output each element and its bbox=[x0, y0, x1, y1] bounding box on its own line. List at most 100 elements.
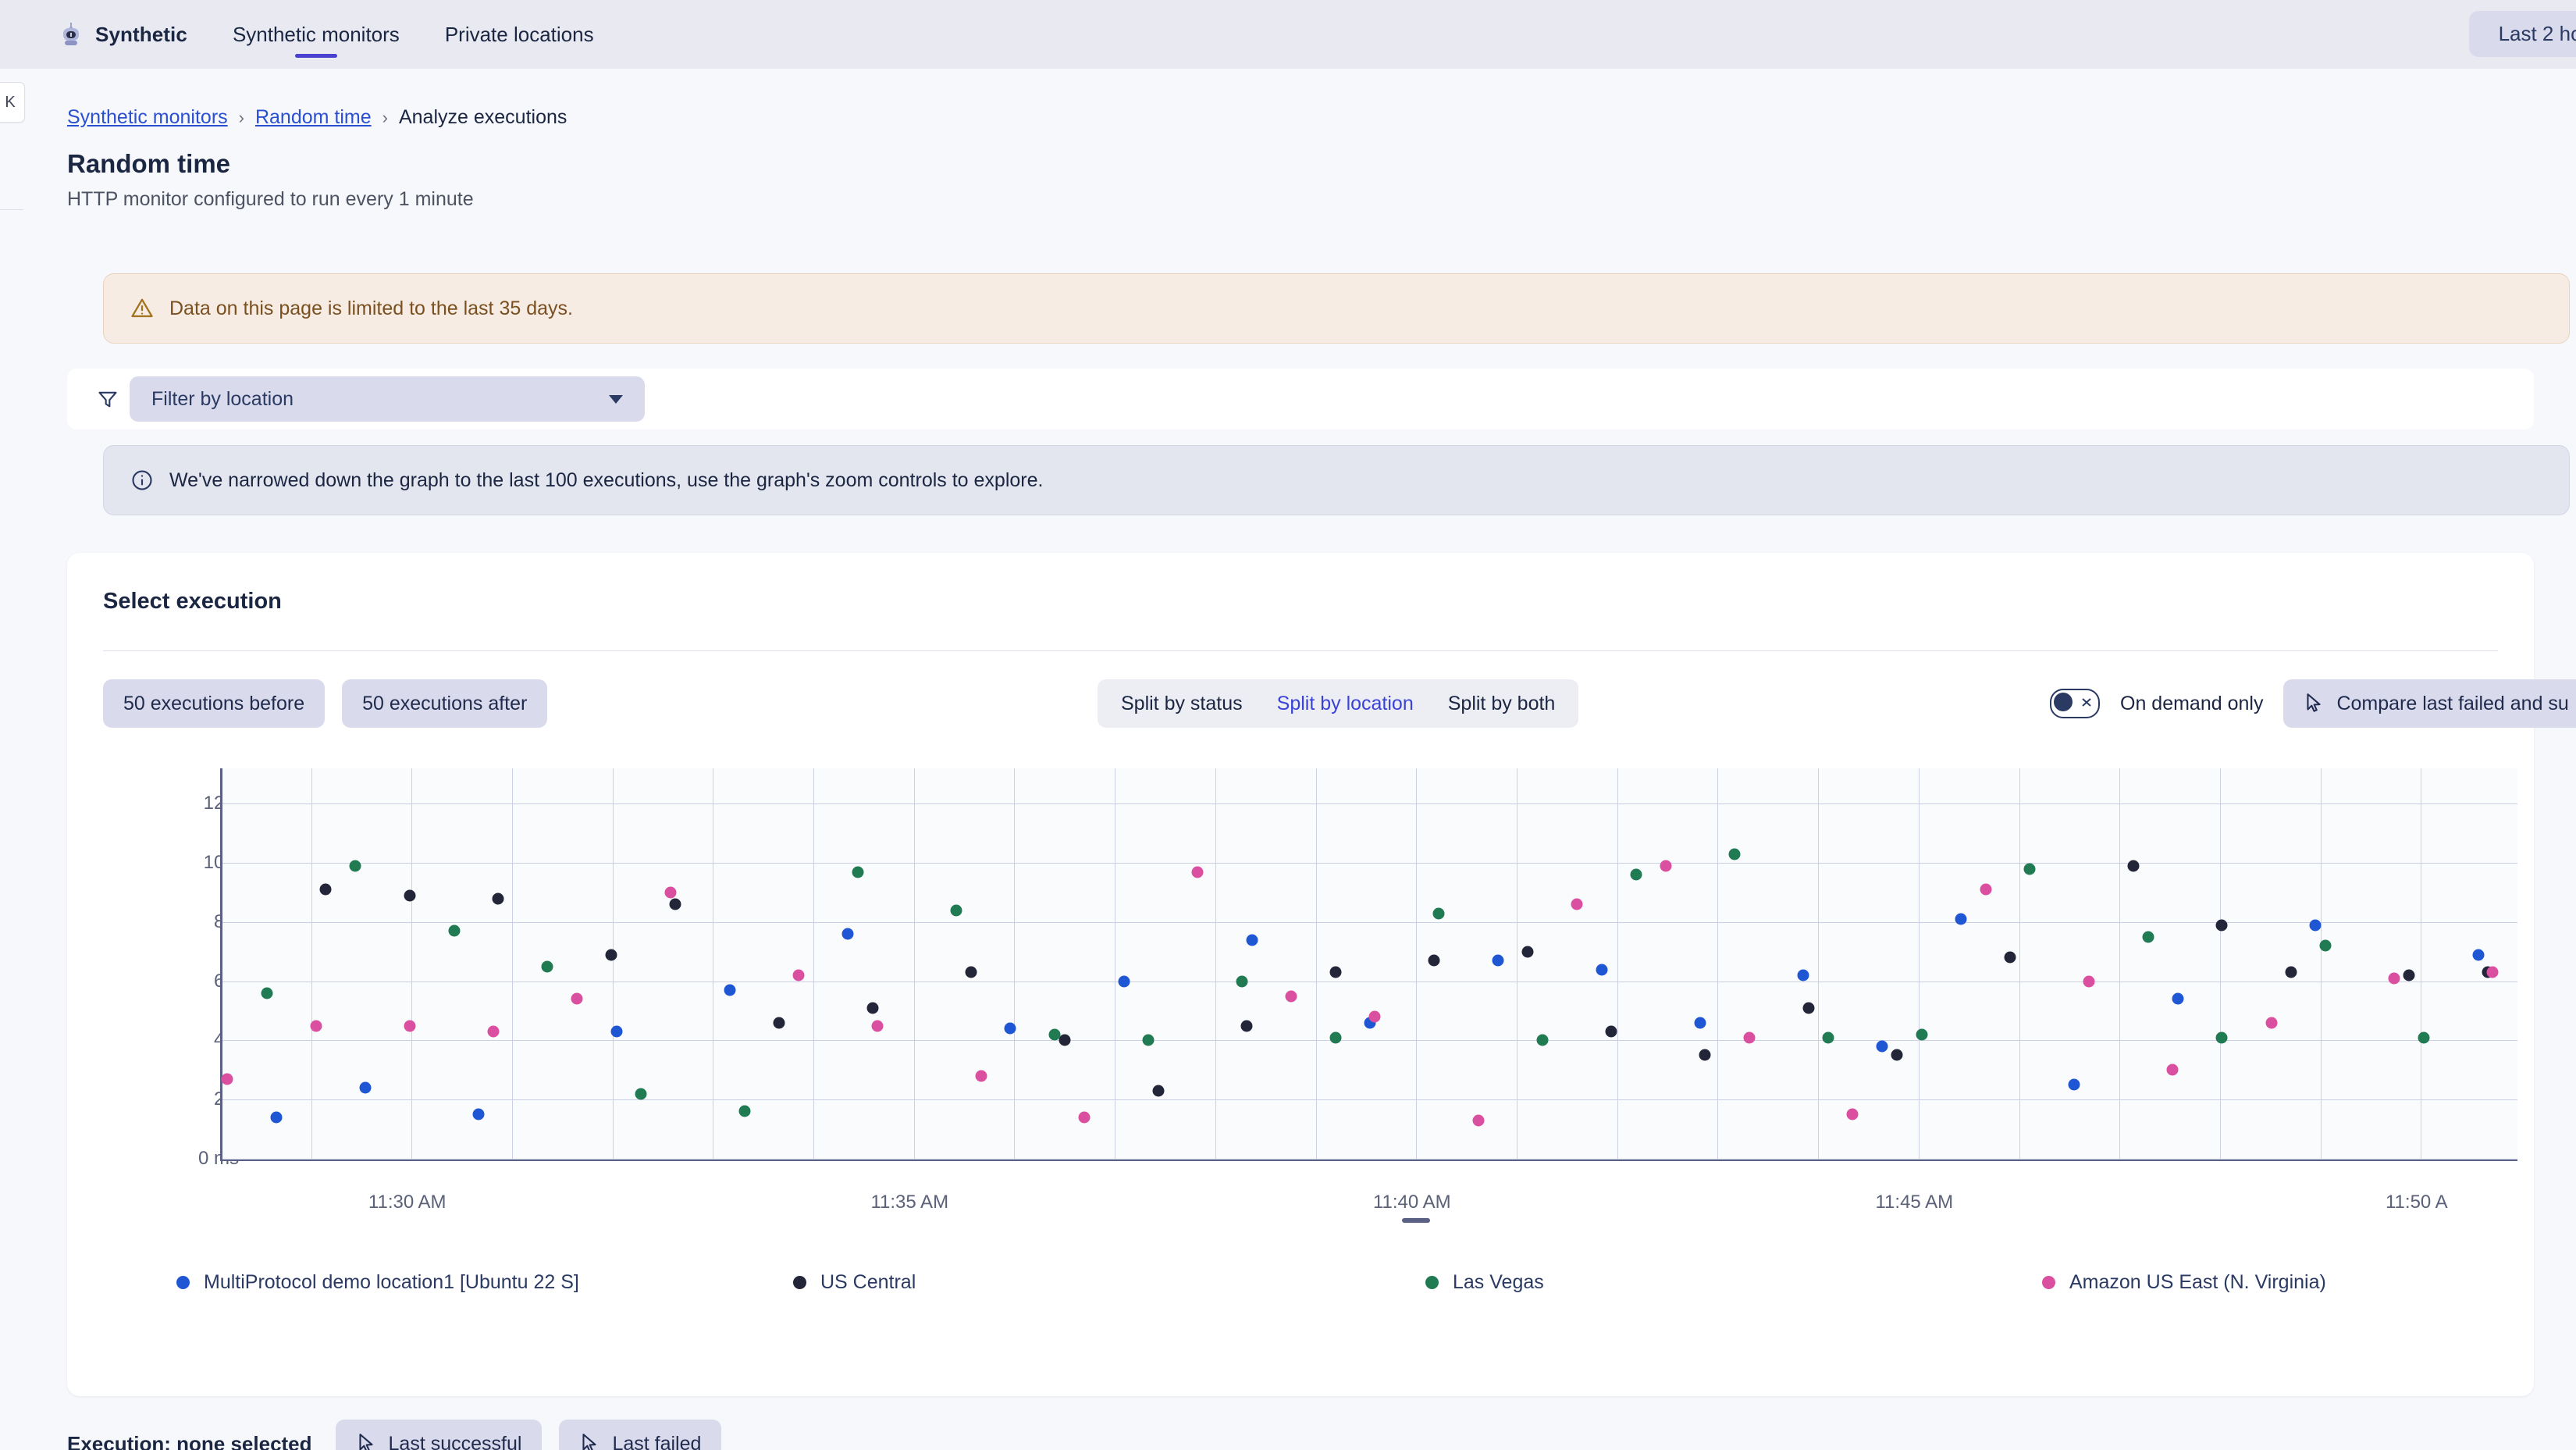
chart-data-point[interactable] bbox=[2472, 949, 2484, 960]
chart-data-point[interactable] bbox=[635, 1088, 647, 1099]
chart-data-point[interactable] bbox=[2487, 967, 2499, 978]
chart-data-point[interactable] bbox=[1891, 1049, 1903, 1061]
chart-data-point[interactable] bbox=[1521, 946, 1533, 957]
chart-data-point[interactable] bbox=[261, 987, 272, 999]
chart-data-point[interactable] bbox=[724, 985, 735, 996]
chart-data-point[interactable] bbox=[487, 1026, 499, 1038]
chart-data-point[interactable] bbox=[1472, 1114, 1484, 1126]
chart-data-point[interactable] bbox=[2310, 919, 2322, 931]
tab-split-by-both[interactable]: Split by both bbox=[1431, 679, 1573, 728]
chart-data-point[interactable] bbox=[866, 1002, 878, 1014]
chart-data-point[interactable] bbox=[1802, 1002, 1814, 1014]
legend-item[interactable]: US Central bbox=[793, 1271, 916, 1294]
breadcrumb-item-random-time[interactable]: Random time bbox=[255, 106, 372, 129]
chart-data-point[interactable] bbox=[1433, 907, 1445, 919]
chart-plot-area[interactable] bbox=[220, 768, 2517, 1161]
nav-tab-synthetic-monitors[interactable]: Synthetic monitors bbox=[233, 0, 400, 69]
chart-data-point[interactable] bbox=[1798, 970, 1809, 982]
chart-data-point[interactable] bbox=[493, 892, 504, 904]
chart-data-point[interactable] bbox=[320, 884, 332, 896]
chart-data-point[interactable] bbox=[2319, 940, 2331, 952]
chart-data-point[interactable] bbox=[571, 993, 583, 1005]
chart-data-point[interactable] bbox=[1660, 860, 1671, 872]
chart-data-point[interactable] bbox=[1329, 967, 1341, 978]
chart-data-point[interactable] bbox=[2127, 860, 2139, 872]
chart-data-point[interactable] bbox=[793, 970, 805, 982]
chart-data-point[interactable] bbox=[606, 949, 617, 960]
chart-data-point[interactable] bbox=[1596, 964, 1607, 975]
chart-data-point[interactable] bbox=[1699, 1049, 1711, 1061]
chart-data-point[interactable] bbox=[1059, 1035, 1070, 1046]
chart-data-point[interactable] bbox=[1493, 955, 1504, 967]
chart-data-point[interactable] bbox=[1694, 1017, 1706, 1028]
chart-data-point[interactable] bbox=[1005, 1023, 1016, 1035]
chart-data-point[interactable] bbox=[1916, 1028, 1927, 1040]
chart-data-point[interactable] bbox=[1369, 1011, 1381, 1023]
chart-data-point[interactable] bbox=[773, 1017, 785, 1028]
chart-data-point[interactable] bbox=[1079, 1111, 1091, 1123]
chart-data-point[interactable] bbox=[473, 1109, 485, 1120]
chart-data-point[interactable] bbox=[2216, 1031, 2228, 1043]
chart-data-point[interactable] bbox=[1246, 934, 1258, 946]
legend-item[interactable]: MultiProtocol demo location1 [Ubuntu 22 … bbox=[176, 1271, 579, 1294]
chart-data-point[interactable] bbox=[1630, 869, 1642, 881]
chart-data-point[interactable] bbox=[2285, 967, 2297, 978]
chart-data-point[interactable] bbox=[1286, 990, 1297, 1002]
chart-data-point[interactable] bbox=[2265, 1017, 2277, 1028]
breadcrumb-item-synthetic-monitors[interactable]: Synthetic monitors bbox=[67, 106, 228, 129]
chart-data-point[interactable] bbox=[2083, 975, 2095, 987]
time-range-value[interactable]: Last 2 hou bbox=[2469, 11, 2576, 57]
on-demand-only-toggle[interactable] bbox=[2050, 689, 2100, 718]
chart-data-point[interactable] bbox=[1236, 975, 1247, 987]
chart-data-point[interactable] bbox=[2403, 970, 2415, 982]
chart-data-point[interactable] bbox=[404, 889, 415, 901]
chart-data-point[interactable] bbox=[738, 1106, 750, 1117]
chart-data-point[interactable] bbox=[448, 925, 460, 937]
chart-data-point[interactable] bbox=[2418, 1031, 2430, 1043]
chart-data-point[interactable] bbox=[2024, 863, 2036, 875]
chart-data-point[interactable] bbox=[1118, 975, 1130, 987]
legend-item[interactable]: Amazon US East (N. Virginia) bbox=[2042, 1271, 2326, 1294]
chart-data-point[interactable] bbox=[1980, 884, 1991, 896]
keyboard-shortcut-icon[interactable]: K bbox=[0, 82, 25, 123]
chart-brush-handle[interactable] bbox=[1402, 1218, 1430, 1223]
chart-data-point[interactable] bbox=[842, 928, 854, 940]
executions-after-button[interactable]: 50 executions after bbox=[342, 679, 547, 728]
chart-data-point[interactable] bbox=[1192, 866, 1204, 878]
chart-data-point[interactable] bbox=[271, 1111, 283, 1123]
chart-data-point[interactable] bbox=[1143, 1035, 1155, 1046]
chart-data-point[interactable] bbox=[1877, 1041, 1888, 1053]
chart-data-point[interactable] bbox=[2172, 993, 2183, 1005]
nav-tab-private-locations[interactable]: Private locations bbox=[445, 0, 594, 69]
chart-data-point[interactable] bbox=[350, 860, 361, 872]
chart-data-point[interactable] bbox=[222, 1073, 233, 1085]
chart-data-point[interactable] bbox=[310, 1020, 322, 1031]
chart-data-point[interactable] bbox=[670, 899, 681, 910]
executions-before-button[interactable]: 50 executions before bbox=[103, 679, 325, 728]
chart-data-point[interactable] bbox=[965, 967, 977, 978]
chart-data-point[interactable] bbox=[1429, 955, 1440, 967]
chart-data-point[interactable] bbox=[2389, 972, 2400, 984]
last-successful-button[interactable]: Last successful bbox=[336, 1420, 543, 1450]
chart-data-point[interactable] bbox=[610, 1026, 622, 1038]
chart-data-point[interactable] bbox=[359, 1082, 371, 1094]
chart-data-point[interactable] bbox=[665, 887, 677, 899]
chart-data-point[interactable] bbox=[1049, 1028, 1061, 1040]
last-failed-button[interactable]: Last failed bbox=[559, 1420, 721, 1450]
chart-data-point[interactable] bbox=[852, 866, 863, 878]
chart-data-point[interactable] bbox=[1536, 1035, 1548, 1046]
legend-item[interactable]: Las Vegas bbox=[1425, 1271, 1544, 1294]
brand[interactable]: Synthetic bbox=[58, 21, 187, 48]
chart-data-point[interactable] bbox=[404, 1020, 415, 1031]
chart-data-point[interactable] bbox=[872, 1020, 884, 1031]
chart-data-point[interactable] bbox=[2069, 1079, 2080, 1091]
chart-data-point[interactable] bbox=[1847, 1109, 1859, 1120]
chart-data-point[interactable] bbox=[1822, 1031, 1834, 1043]
tab-split-by-status[interactable]: Split by status bbox=[1104, 679, 1260, 728]
chart-data-point[interactable] bbox=[1571, 899, 1582, 910]
chart-data-point[interactable] bbox=[2216, 919, 2228, 931]
chart-data-point[interactable] bbox=[2005, 952, 2016, 964]
chart-data-point[interactable] bbox=[1241, 1020, 1253, 1031]
tab-split-by-location[interactable]: Split by location bbox=[1260, 679, 1431, 728]
chart-data-point[interactable] bbox=[542, 960, 553, 972]
